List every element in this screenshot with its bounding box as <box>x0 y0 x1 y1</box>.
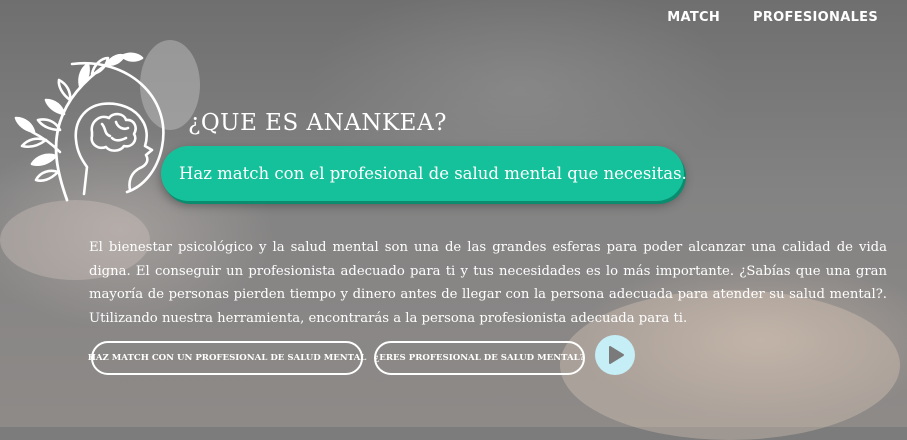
description-text: El bienestar psicológico y la salud ment… <box>89 240 887 326</box>
nav-item-match[interactable]: MATCH <box>667 10 720 25</box>
match-professional-button[interactable]: HAZ MATCH CON UN PROFESIONAL DE SALUD ME… <box>88 341 366 375</box>
page-title: ¿QUE ES ANANKEA? <box>188 110 447 136</box>
play-video-button[interactable] <box>595 335 635 375</box>
tagline-banner: Haz match con el profesional de salud me… <box>161 146 687 201</box>
play-icon <box>609 346 624 364</box>
are-you-professional-button[interactable]: ¿ERES PROFESIONAL DE SALUD MENTAL? <box>374 341 585 375</box>
tagline-text: Haz match con el profesional de salud me… <box>179 164 687 183</box>
head-brain-leaves-logo <box>14 52 165 202</box>
top-nav: MATCH PROFESIONALES <box>667 10 878 25</box>
nav-item-profesionales[interactable]: PROFESIONALES <box>753 10 878 25</box>
